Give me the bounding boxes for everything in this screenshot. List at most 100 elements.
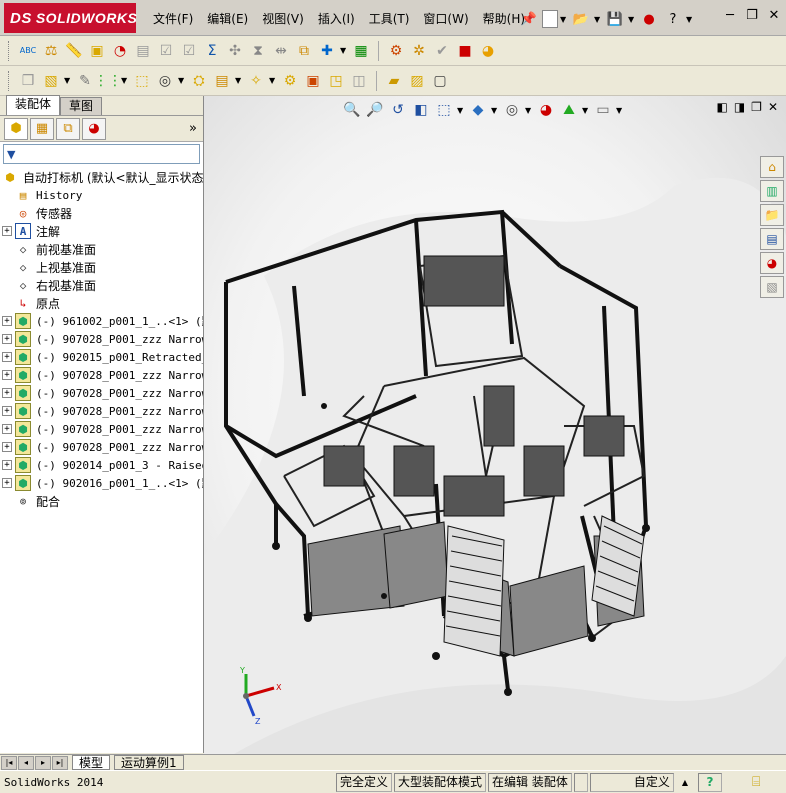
gear-dropdown-icon[interactable]: ▼ <box>269 76 277 85</box>
smart-icon[interactable]: ⛭ <box>189 71 209 91</box>
pencil-icon[interactable]: ✎ <box>75 71 95 91</box>
hide-show-dropdown-icon[interactable]: ▼ <box>525 106 533 115</box>
zoom-to-fit-icon[interactable]: 🔍 <box>342 100 362 120</box>
bom-icon[interactable]: ▤ <box>212 71 232 91</box>
solidworks-logo[interactable]: DS SOLIDWORKS <box>4 3 137 33</box>
tree-item[interactable]: + ⬢ (-) 907028_P001_zzz Narrow <box>2 420 203 438</box>
tree-item[interactable]: + ⬢ (-) 902014_p001_3 - Raised <box>2 456 203 474</box>
pin-icon[interactable]: 📌 <box>518 8 540 30</box>
restore-button[interactable]: ❐ <box>744 8 760 24</box>
design-library-icon[interactable]: ▥ <box>760 180 784 202</box>
settings-dropdown-icon[interactable]: ▼ <box>616 106 624 115</box>
expand-toggle-icon[interactable]: + <box>2 370 12 380</box>
tile-right-icon[interactable]: ◨ <box>734 100 745 114</box>
hide-show-icon[interactable]: ◎ <box>502 100 522 120</box>
tree-item[interactable]: ◎ 传感器 <box>2 204 203 222</box>
collision-dropdown-icon[interactable]: ▼ <box>340 46 348 55</box>
explode-dropdown-icon[interactable]: ▼ <box>178 76 186 85</box>
table-icon[interactable]: ▦ <box>351 41 371 61</box>
expand-toggle-icon[interactable]: + <box>2 388 12 398</box>
section-view-icon[interactable]: ◧ <box>411 100 431 120</box>
view-icon[interactable]: ⚙ <box>280 71 300 91</box>
interference-icon[interactable]: ⇹ <box>271 41 291 61</box>
display-style-icon[interactable]: ◆ <box>468 100 488 120</box>
toolbar-grip-2[interactable] <box>8 70 11 91</box>
previous-view-icon[interactable]: ↺ <box>388 100 408 120</box>
evaluate-icon[interactable]: ✔ <box>432 41 452 61</box>
zoom-area-icon[interactable]: 🔎 <box>365 100 385 120</box>
assembly-model-3d[interactable] <box>204 96 786 754</box>
mate-icon[interactable]: ❒ <box>18 71 38 91</box>
move-icon[interactable]: ⬚ <box>132 71 152 91</box>
tree-item[interactable]: + ⬢ (-) 907028_P001_zzz Narrow <box>2 438 203 456</box>
tab-motion-study[interactable]: 运动算例1 <box>114 755 184 770</box>
tree-item[interactable]: + ⬢ (-) 907028_P001_zzz Narrow <box>2 384 203 402</box>
tree-item[interactable]: + ⬢ (-) 907028_P001_zzz Narrow <box>2 330 203 348</box>
sensor-icon[interactable]: ⚙ <box>386 41 406 61</box>
abc-spell-icon[interactable]: ABC <box>18 41 38 61</box>
tree-item[interactable]: ⊚ 配合 <box>2 492 203 510</box>
tree-item[interactable]: + A 注解 <box>2 222 203 240</box>
pattern-icon[interactable]: ⋮⋮ <box>94 71 122 91</box>
tree-item[interactable]: + ⬢ (-) 902015_p001_Retracted_ <box>2 348 203 366</box>
insert-component-icon[interactable]: ▧ <box>41 71 61 91</box>
doc-restore-icon[interactable]: ❐ <box>751 100 762 114</box>
new-document-icon[interactable] <box>542 10 558 28</box>
assembly-icon[interactable]: ■ <box>455 41 475 61</box>
sketch-icon[interactable]: ◫ <box>349 71 369 91</box>
expand-toggle-icon[interactable]: + <box>2 406 12 416</box>
sigma-icon[interactable]: Σ <box>202 41 222 61</box>
open-dropdown-icon[interactable]: ▼ <box>594 15 602 24</box>
close-button[interactable]: ✕ <box>766 8 782 24</box>
minimize-button[interactable]: ─ <box>722 8 738 24</box>
menu-file[interactable]: 文件(F) <box>146 9 200 29</box>
linear-icon[interactable]: ◳ <box>326 71 346 91</box>
tree-item[interactable]: ◇ 上视基准面 <box>2 258 203 276</box>
appearances-icon[interactable]: ◕ <box>760 252 784 274</box>
tree-item[interactable]: + ⬢ (-) 907028_P001_zzz Narrow <box>2 366 203 384</box>
insert-dropdown-icon[interactable]: ▼ <box>64 76 72 85</box>
rebuild-icon[interactable]: ✲ <box>409 41 429 61</box>
help-status-icon[interactable]: ? <box>698 772 723 792</box>
display-dropdown-icon[interactable]: ▼ <box>491 106 499 115</box>
units-up-icon[interactable]: ▲ <box>682 778 688 787</box>
first-tab-icon[interactable]: |◂ <box>1 755 17 770</box>
menu-view[interactable]: 视图(V) <box>255 9 311 29</box>
check-icon[interactable]: ☑ <box>156 41 176 61</box>
expand-toggle-icon[interactable]: + <box>2 334 12 344</box>
collision-icon[interactable]: ✚ <box>317 41 337 61</box>
explode-icon[interactable]: ◎ <box>155 71 175 91</box>
bom-dropdown-icon[interactable]: ▼ <box>235 76 243 85</box>
tile-left-icon[interactable]: ◧ <box>716 100 727 114</box>
home-icon[interactable]: ⌂ <box>760 156 784 178</box>
tree-root[interactable]: ⬢ 自动打标机 (默认<默认_显示状态 <box>2 168 203 186</box>
mass-icon[interactable]: ⧗ <box>248 41 268 61</box>
tree-item[interactable]: + ⬢ (-) 907028_P001_zzz Narrow <box>2 402 203 420</box>
image-icon[interactable]: ▨ <box>407 71 427 91</box>
view-settings-icon[interactable]: ▭ <box>593 100 613 120</box>
expand-toggle-icon[interactable]: + <box>2 478 12 488</box>
feature-manager-tab-icon[interactable]: ⬢ <box>4 117 28 140</box>
clearance-icon[interactable]: ⧉ <box>294 41 314 61</box>
tree-item[interactable]: ↳ 原点 <box>2 294 203 312</box>
filter-icon[interactable]: ▼ <box>7 148 15 161</box>
next-tab-icon[interactable]: ▸ <box>35 755 51 770</box>
menu-window[interactable]: 窗口(W) <box>416 9 475 29</box>
frame-icon[interactable]: ▢ <box>430 71 450 91</box>
property-manager-tab-icon[interactable]: ▦ <box>30 117 54 140</box>
open-folder-icon[interactable]: 📂 <box>570 8 592 30</box>
feature-icon[interactable]: ▣ <box>303 71 323 91</box>
tab-sketch[interactable]: 草图 <box>60 97 103 115</box>
tab-model[interactable]: 模型 <box>72 755 111 770</box>
last-tab-icon[interactable]: ▸| <box>52 755 68 770</box>
custom-properties-icon[interactable]: ▧ <box>760 276 784 298</box>
view-orientation-icon[interactable]: ⬚ <box>434 100 454 120</box>
resize-grip-icon[interactable]: ⌸ <box>752 774 760 790</box>
tree-item[interactable]: +⬢ (-) 961002_p001_1_..<1> (默认 <box>2 312 203 330</box>
expand-toggle-icon[interactable]: + <box>2 316 12 326</box>
edit-appearance-icon[interactable]: ◕ <box>536 100 556 120</box>
pattern-dropdown-icon[interactable]: ▼ <box>121 76 129 85</box>
tool-icon[interactable]: ✣ <box>225 41 245 61</box>
menu-edit[interactable]: 编辑(E) <box>200 9 255 29</box>
balance-icon[interactable]: ⚖ <box>41 41 61 61</box>
